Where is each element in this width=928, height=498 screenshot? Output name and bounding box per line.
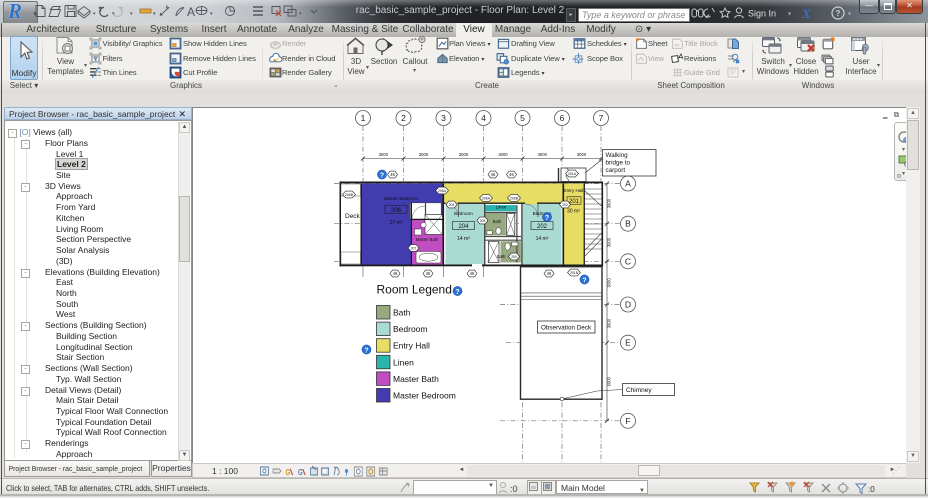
svg-text:201B: 201B (570, 271, 579, 275)
svg-text:14 m²: 14 m² (457, 236, 470, 242)
svg-text:A: A (625, 179, 631, 189)
svg-text:4: 4 (481, 113, 486, 123)
svg-text:207: 207 (411, 247, 417, 251)
svg-text:▾: ▾ (93, 11, 96, 17)
svg-text:▾: ▾ (848, 12, 851, 18)
svg-text:46: 46 (470, 271, 475, 276)
svg-text:206A: 206A (482, 197, 491, 201)
svg-text:Master Bath: Master Bath (416, 237, 439, 242)
svg-text:46: 46 (390, 172, 395, 177)
svg-text:D: D (625, 300, 631, 310)
svg-text:Deck: Deck (345, 213, 361, 220)
svg-text:5: 5 (520, 113, 525, 123)
svg-text:?: ? (380, 172, 384, 179)
svg-text:6000: 6000 (607, 376, 612, 386)
svg-text:Linen: Linen (393, 357, 414, 367)
svg-text:Walking: Walking (606, 152, 629, 159)
svg-text:46: 46 (547, 271, 552, 276)
svg-text:▾: ▾ (902, 147, 905, 153)
svg-text:46: 46 (393, 271, 398, 276)
svg-text:carport: carport (606, 167, 626, 174)
svg-text:▾: ▾ (210, 11, 213, 17)
svg-text:206: 206 (391, 208, 402, 214)
svg-text:▾: ▾ (112, 11, 115, 17)
svg-text:▾: ▾ (299, 11, 302, 17)
svg-text:204: 204 (449, 203, 455, 207)
svg-text:206A: 206A (438, 189, 447, 193)
svg-text:3000: 3000 (419, 152, 429, 157)
svg-text:Bedroom: Bedroom (393, 324, 428, 334)
svg-text:1: 1 (361, 113, 366, 123)
svg-text:▾: ▾ (153, 11, 156, 17)
svg-text:E: E (625, 338, 631, 348)
svg-text:Entry Hall: Entry Hall (393, 341, 430, 351)
svg-text:46: 46 (491, 172, 496, 177)
svg-text:30 m²: 30 m² (567, 209, 580, 215)
svg-text:3: 3 (441, 113, 446, 123)
svg-text:▾: ▾ (130, 11, 133, 17)
svg-text:3000: 3000 (459, 152, 469, 157)
svg-text:Bedroom: Bedroom (454, 211, 473, 216)
svg-text::0: :0 (510, 484, 518, 494)
svg-text:205: 205 (480, 219, 486, 223)
svg-text:Sign In: Sign In (748, 9, 776, 19)
svg-text:Chimney: Chimney (626, 387, 652, 394)
svg-text:7: 7 (599, 113, 604, 123)
svg-text:202: 202 (537, 224, 548, 230)
svg-text:3000: 3000 (607, 237, 612, 247)
svg-text:▾: ▾ (902, 171, 905, 177)
svg-text:Master Bath: Master Bath (393, 374, 439, 384)
svg-text:?: ? (836, 9, 841, 18)
svg-text:27 m²: 27 m² (390, 220, 403, 226)
svg-text:3000: 3000 (538, 152, 548, 157)
svg-text:?: ? (364, 347, 368, 354)
svg-text:2: 2 (401, 113, 406, 123)
svg-text:204: 204 (458, 224, 469, 230)
svg-text:6: 6 (560, 113, 565, 123)
svg-text:3000: 3000 (607, 198, 612, 208)
svg-text:F: F (625, 416, 630, 426)
svg-text:▾: ▾ (788, 12, 791, 18)
svg-text:X: X (801, 6, 811, 21)
svg-text:14 m²: 14 m² (536, 236, 549, 242)
svg-text:?: ? (455, 289, 459, 296)
svg-text:206B: 206B (510, 197, 519, 201)
svg-text:Bath: Bath (497, 254, 506, 259)
svg-text:Entry Hall: Entry Hall (564, 188, 584, 193)
svg-text:3000: 3000 (379, 152, 389, 157)
svg-text:3000: 3000 (607, 318, 612, 328)
svg-text:3000: 3000 (498, 152, 508, 157)
svg-text:Master Bedroom: Master Bedroom (384, 196, 418, 201)
svg-text:Observation Deck: Observation Deck (541, 325, 592, 332)
svg-text:bridge to: bridge to (606, 160, 631, 167)
svg-text:Master Bedroom: Master Bedroom (393, 391, 456, 401)
svg-text:200: 200 (511, 255, 517, 259)
svg-text:Room Legend: Room Legend (377, 283, 452, 297)
svg-text:206B: 206B (345, 193, 354, 197)
svg-text:202: 202 (562, 203, 568, 207)
svg-text:3000: 3000 (607, 278, 612, 288)
svg-text:201A: 201A (568, 172, 577, 176)
svg-text:46: 46 (509, 172, 514, 177)
svg-text:201: 201 (569, 199, 580, 205)
svg-text:Bath: Bath (493, 219, 502, 224)
svg-text:A: A (187, 5, 195, 19)
svg-text:3000: 3000 (577, 152, 587, 157)
svg-text:46: 46 (426, 271, 431, 276)
svg-text:B: B (625, 219, 631, 229)
svg-text:?: ? (582, 277, 586, 284)
svg-text:Linen: Linen (496, 205, 507, 210)
svg-text::0: :0 (868, 485, 875, 494)
svg-text:Bath: Bath (393, 308, 411, 318)
svg-text:C: C (625, 256, 631, 266)
svg-text:?: ? (545, 215, 549, 222)
